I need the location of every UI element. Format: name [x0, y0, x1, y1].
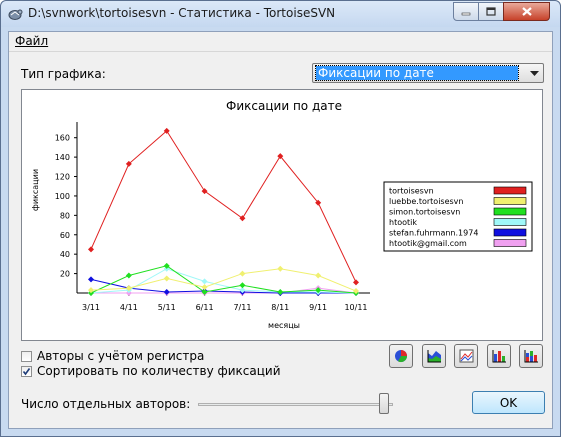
- legend-label: htootik: [389, 218, 417, 227]
- case-sensitive-box[interactable]: [21, 350, 32, 362]
- menu-bar: Файл: [9, 32, 552, 52]
- y-tick-label: 120: [55, 173, 70, 182]
- ok-label: OK: [499, 395, 518, 410]
- authors-slider-track[interactable]: [198, 403, 393, 406]
- data-point: [315, 272, 322, 279]
- data-point: [353, 279, 359, 286]
- window-title: D:\svnwork\tortoisesvn - Статистика - To…: [28, 6, 336, 20]
- data-point: [88, 246, 94, 253]
- x-tick-label: 4/11: [120, 303, 138, 312]
- chart-panel: Фиксации по дате фиксации месяцы 20 40 60 8…: [21, 89, 543, 341]
- grouped-bar-button[interactable]: [487, 344, 511, 368]
- data-point: [201, 284, 208, 291]
- data-point: [88, 276, 94, 283]
- x-tick-label: 5/11: [158, 303, 176, 312]
- graph-type-dropdown[interactable]: Фиксации по дате: [312, 63, 544, 83]
- y-tick-label: 100: [55, 192, 70, 201]
- commits-by-date-chart: Фиксации по дате фиксации месяцы 20 40 60 8…: [31, 99, 533, 330]
- x-tick-label: 8/11: [271, 303, 289, 312]
- chart-legend: tortoisesvnluebbe.tortoisesvn simon.torto…: [383, 181, 533, 252]
- case-sensitive-label: Авторы с учётом регистра: [37, 349, 205, 363]
- legend-swatch: [493, 186, 527, 195]
- x-tick-label: 7/11: [233, 303, 251, 312]
- legend-swatch: [493, 239, 527, 247]
- data-point: [163, 289, 170, 296]
- x-tick-label: 10/11: [344, 303, 367, 312]
- grouped-bar-icon: [492, 350, 506, 363]
- checkmark-icon: [22, 367, 31, 375]
- y-tick-label: 160: [55, 134, 70, 143]
- title-bar[interactable]: D:\svnwork\tortoisesvn - Статистика - To…: [1, 1, 560, 27]
- data-point: [201, 278, 208, 285]
- maximize-button[interactable]: [478, 2, 504, 21]
- menu-file[interactable]: Файл: [15, 34, 48, 48]
- chart-title: Фиксации по дате: [226, 99, 342, 113]
- legend-swatch: [493, 197, 527, 205]
- case-sensitive-checkbox[interactable]: Авторы с учётом регистра: [21, 349, 204, 363]
- authors-count-label: Число отдельных авторов:: [21, 397, 191, 411]
- data-point: [239, 282, 246, 289]
- stacked-bar-button[interactable]: [519, 344, 543, 368]
- legend-swatch: [493, 207, 527, 216]
- y-tick-label: 20: [60, 270, 70, 279]
- stacked-line-button[interactable]: [454, 344, 478, 368]
- chart-series: [88, 127, 359, 296]
- graph-type-label: Тип графика:: [21, 67, 106, 81]
- data-point: [125, 272, 132, 279]
- y-tick-label: 80: [60, 211, 70, 220]
- stacked-bar-icon: [524, 350, 538, 363]
- area-chart-icon: [427, 350, 441, 363]
- x-axis-label: месяцы: [268, 321, 300, 330]
- minimize-button[interactable]: [453, 2, 479, 21]
- sort-by-commits-label: Сортировать по количеству фиксаций: [37, 364, 281, 378]
- y-tick-label: 60: [60, 231, 70, 240]
- legend-swatch: [493, 218, 527, 226]
- legend-label: stefan.fuhrmann.1974: [389, 229, 478, 238]
- y-axis-label: фиксации: [31, 169, 40, 211]
- x-tick-label: 3/11: [82, 303, 100, 312]
- x-tick-label: 6/11: [196, 303, 214, 312]
- legend-swatch: [493, 228, 527, 237]
- chevron-down-icon: [527, 65, 541, 81]
- legend-label: luebbe.tortoisesvn: [389, 197, 463, 206]
- tortoisesvn-app-icon: [8, 9, 23, 20]
- legend-label: htootik@gmail.com: [389, 239, 467, 248]
- legend-label: simon.tortoisesvn: [389, 208, 460, 217]
- data-point: [277, 265, 284, 272]
- close-button[interactable]: [503, 2, 550, 21]
- statistics-window: D:\svnwork\tortoisesvn - Статистика - To…: [0, 0, 561, 437]
- ok-button[interactable]: OK: [472, 391, 545, 414]
- data-point: [277, 289, 284, 296]
- data-point: [239, 270, 246, 277]
- authors-slider-thumb[interactable]: [379, 393, 389, 414]
- y-tick-label: 40: [60, 250, 70, 259]
- pie-chart-icon: [395, 350, 407, 363]
- x-tick-label: 9/11: [309, 303, 327, 312]
- sort-by-commits-box[interactable]: [21, 365, 32, 377]
- maximize-icon: [486, 7, 496, 16]
- graph-type-selected: Фиксации по дате: [315, 65, 519, 81]
- close-icon: [521, 7, 532, 16]
- sort-by-commits-checkbox[interactable]: Сортировать по количеству фиксаций: [21, 364, 281, 378]
- minimize-icon: [461, 12, 471, 15]
- data-point: [163, 275, 170, 282]
- dialog-client-area: Файл Тип графика: Фиксации по дате Фикса…: [8, 31, 553, 429]
- area-chart-button[interactable]: [422, 344, 446, 368]
- series-line: [90, 130, 357, 283]
- stacked-line-icon: [459, 349, 473, 363]
- pie-chart-button[interactable]: [389, 344, 413, 368]
- y-tick-label: 140: [55, 153, 70, 162]
- legend-label: tortoisesvn: [389, 187, 434, 196]
